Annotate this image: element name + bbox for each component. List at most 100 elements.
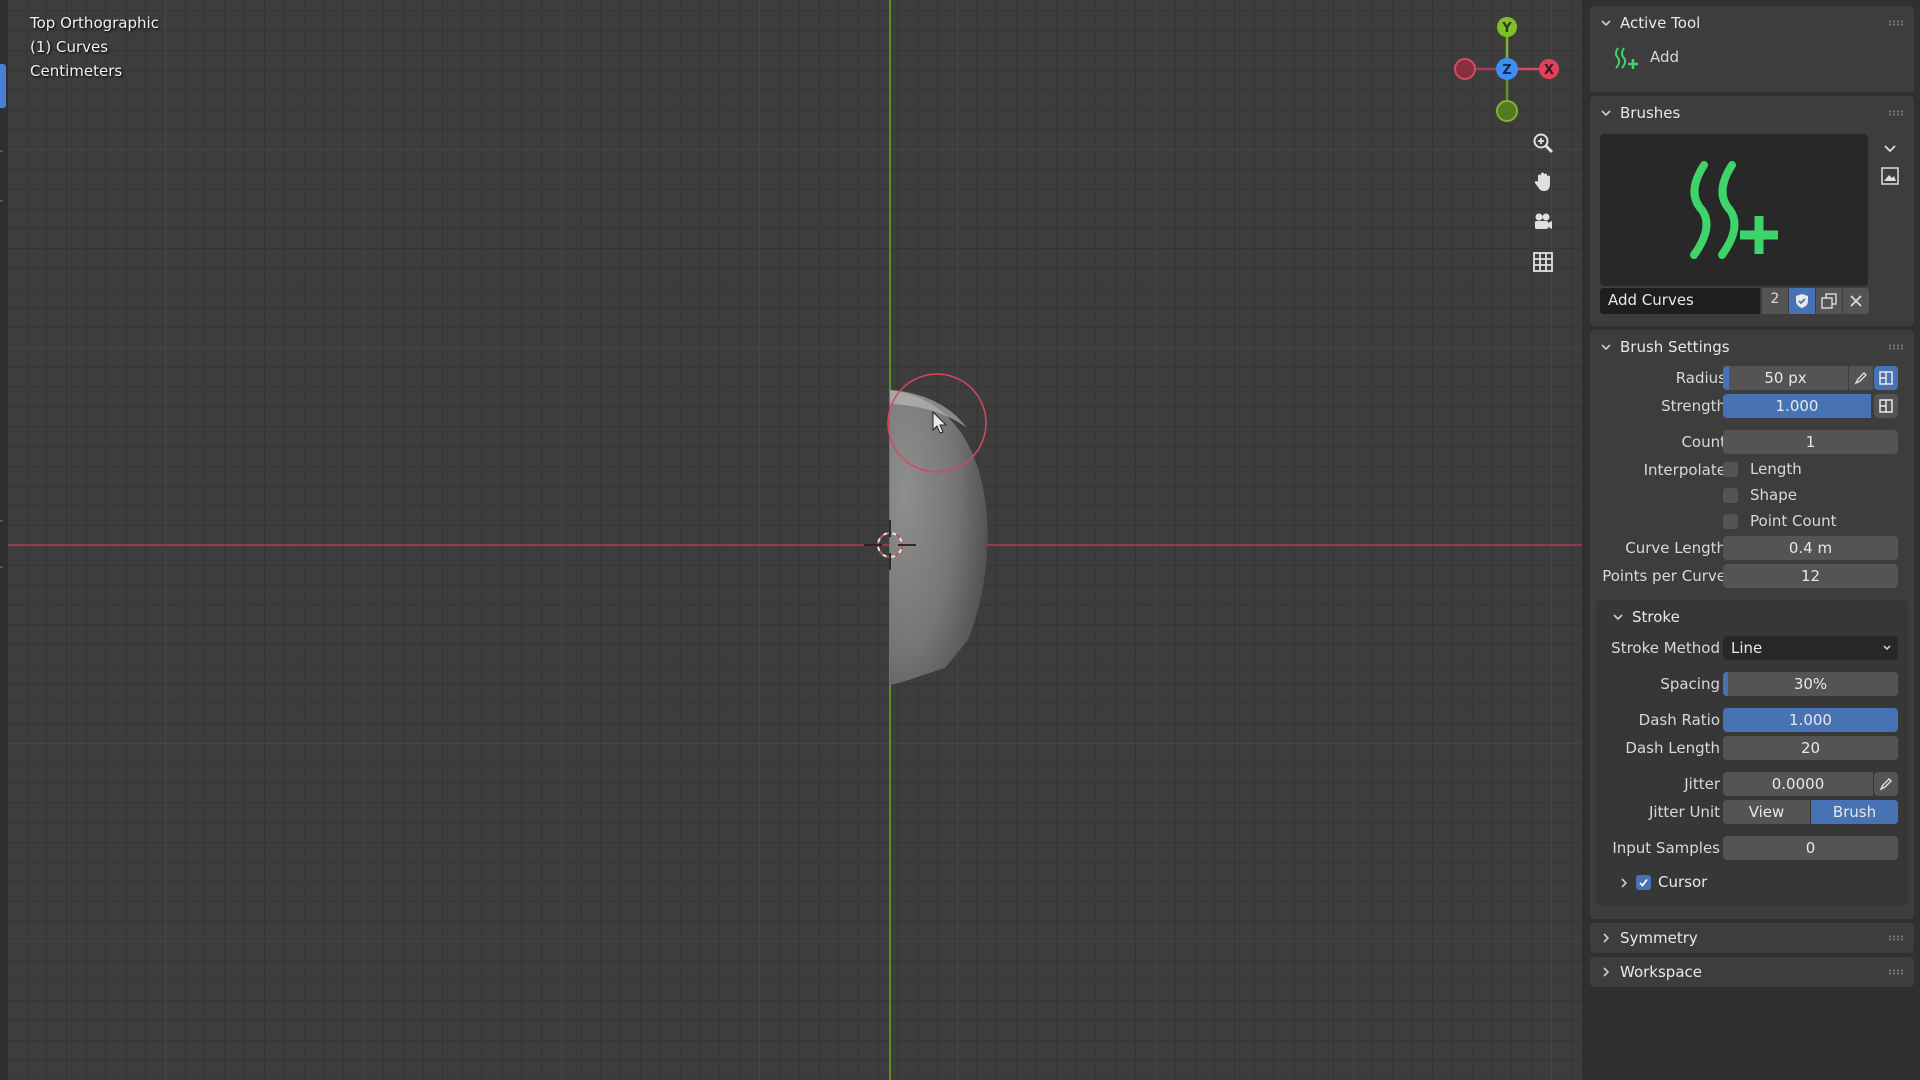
points-per-curve-field[interactable]: 12 <box>1723 564 1898 588</box>
chevron-down-icon <box>1883 645 1891 651</box>
curve-length-row: Curve Length 0.4 m <box>1590 534 1914 562</box>
lock-scene-icon <box>1879 371 1893 385</box>
count-field[interactable]: 1 <box>1723 430 1898 454</box>
view-name: Top Orthographic <box>30 14 159 32</box>
strength-field[interactable]: 1.000 <box>1723 394 1871 418</box>
brush-settings-panel: Brush Settings Radius 50 px Strength 1.0… <box>1590 330 1914 919</box>
chevron-down-icon <box>1884 145 1896 153</box>
interpolate-point-count-checkbox[interactable] <box>1723 514 1738 529</box>
drag-grip-icon[interactable] <box>1888 969 1904 975</box>
chevron-down-icon <box>1613 614 1623 621</box>
brush-preview[interactable] <box>1600 134 1868 286</box>
brush-settings-header[interactable]: Brush Settings <box>1590 330 1914 364</box>
jitter-field[interactable]: 0.0000 <box>1723 772 1873 796</box>
toolbar-edge[interactable] <box>0 0 8 1080</box>
jitter-row: Jitter 0.0000 <box>1590 770 1908 798</box>
stroke-method-row: Stroke Method Line <box>1590 634 1908 662</box>
stroke-method-select[interactable]: Line <box>1723 636 1898 660</box>
object-label: (1) Curves <box>30 38 109 56</box>
navigation-gizmo[interactable]: X Y Z <box>1452 14 1562 124</box>
interpolate-shape-row: Shape <box>1590 482 1914 508</box>
brush-name-field[interactable]: Add Curves <box>1600 288 1760 314</box>
active-tool-row[interactable]: Add <box>1590 40 1914 80</box>
grid-view-icon[interactable] <box>1526 245 1560 279</box>
active-tool-panel: Active Tool Add <box>1590 6 1914 92</box>
drag-grip-icon[interactable] <box>1888 110 1904 116</box>
3d-viewport[interactable]: Top Orthographic (1) Curves Centimeters <box>0 0 1582 1080</box>
drag-grip-icon[interactable] <box>1888 20 1904 26</box>
stroke-header[interactable]: Stroke <box>1596 600 1908 634</box>
zoom-icon[interactable] <box>1526 126 1560 160</box>
duplicate-brush-button[interactable] <box>1816 288 1842 314</box>
count-row: Count 1 <box>1590 428 1914 456</box>
jitter-unit-row: Jitter Unit View Brush <box>1590 798 1908 826</box>
toolbar-tab[interactable] <box>0 64 6 108</box>
check-icon <box>1639 878 1648 887</box>
add-curves-brush-icon <box>1690 161 1778 259</box>
brush-image-button[interactable] <box>1880 166 1900 190</box>
unlink-brush-button[interactable] <box>1843 288 1869 314</box>
dash-ratio-row: Dash Ratio 1.000 <box>1590 706 1908 734</box>
cursor-subpanel-header[interactable]: Cursor <box>1596 866 1908 900</box>
svg-text:Y: Y <box>1501 21 1512 36</box>
interpolate-length-row: Interpolate Length <box>1643 460 1802 479</box>
chevron-right-icon <box>1603 933 1610 943</box>
negative-x-axis-handle <box>1454 58 1476 80</box>
negative-y-axis-handle <box>1496 100 1518 122</box>
input-samples-row: Input Samples 0 <box>1590 834 1908 862</box>
shield-icon <box>1796 294 1808 308</box>
pressure-icon <box>1879 399 1893 413</box>
half-sphere-object[interactable] <box>860 360 1060 700</box>
camera-icon[interactable] <box>1526 205 1560 239</box>
brushes-panel: Brushes Add Curves 2 <box>1590 96 1914 326</box>
brush-list-dropdown[interactable] <box>1880 138 1900 162</box>
drag-grip-icon[interactable] <box>1888 344 1904 350</box>
interpolate-point-count-row: Point Count <box>1590 508 1914 534</box>
workspace-panel: Workspace <box>1590 957 1914 987</box>
radius-unit-toggle[interactable] <box>1874 366 1898 390</box>
brush-user-count[interactable]: 2 <box>1762 288 1788 314</box>
fake-user-button[interactable] <box>1789 288 1815 314</box>
stroke-subpanel: Stroke Stroke Method Line Spacing 30% Da… <box>1596 600 1908 906</box>
dash-length-row: Dash Length 20 <box>1590 734 1908 762</box>
jitter-pressure-button[interactable] <box>1874 772 1898 796</box>
radius-field[interactable]: 50 px <box>1723 366 1848 390</box>
dash-length-field[interactable]: 20 <box>1723 736 1898 760</box>
interpolate-length-checkbox[interactable] <box>1723 462 1738 477</box>
add-curves-icon <box>1615 47 1638 69</box>
brushes-header[interactable]: Brushes <box>1590 96 1914 130</box>
pen-pressure-icon <box>1879 778 1892 791</box>
pan-hand-icon[interactable] <box>1526 165 1560 199</box>
chevron-down-icon <box>1601 20 1611 27</box>
radius-pressure-button[interactable] <box>1849 366 1873 390</box>
strength-row: Strength 1.000 <box>1590 392 1914 420</box>
points-per-curve-row: Points per Curve 12 <box>1590 562 1914 590</box>
interpolate-shape-checkbox[interactable] <box>1723 488 1738 503</box>
image-icon <box>1881 167 1899 185</box>
properties-sidebar: Active Tool Add Brushes Add Curves 2 Bru… <box>1582 0 1920 1080</box>
x-axis-line <box>0 544 1582 546</box>
pen-pressure-icon <box>1854 372 1867 385</box>
units-label: Centimeters <box>30 62 123 80</box>
close-icon <box>1850 295 1862 307</box>
workspace-header[interactable]: Workspace <box>1590 957 1914 987</box>
active-tool-name: Add <box>1650 48 1680 66</box>
active-tool-header[interactable]: Active Tool <box>1590 6 1914 40</box>
chevron-down-icon <box>1601 344 1611 351</box>
curve-length-field[interactable]: 0.4 m <box>1723 536 1898 560</box>
cursor-checkbox[interactable] <box>1636 875 1651 890</box>
drag-grip-icon[interactable] <box>1888 935 1904 941</box>
radius-row: Radius 50 px <box>1590 364 1914 392</box>
jitter-unit-view-button[interactable]: View <box>1723 800 1810 824</box>
spacing-field[interactable]: 30% <box>1723 672 1898 696</box>
duplicate-icon <box>1821 293 1837 309</box>
input-samples-field[interactable]: 0 <box>1723 836 1898 860</box>
svg-text:Z: Z <box>1502 63 1511 78</box>
svg-text:X: X <box>1544 63 1554 78</box>
chevron-right-icon <box>1621 878 1628 888</box>
jitter-unit-brush-button[interactable]: Brush <box>1811 800 1898 824</box>
strength-pressure-button[interactable] <box>1874 394 1898 418</box>
spacing-row: Spacing 30% <box>1590 670 1908 698</box>
symmetry-header[interactable]: Symmetry <box>1590 923 1914 953</box>
dash-ratio-field[interactable]: 1.000 <box>1723 708 1898 732</box>
